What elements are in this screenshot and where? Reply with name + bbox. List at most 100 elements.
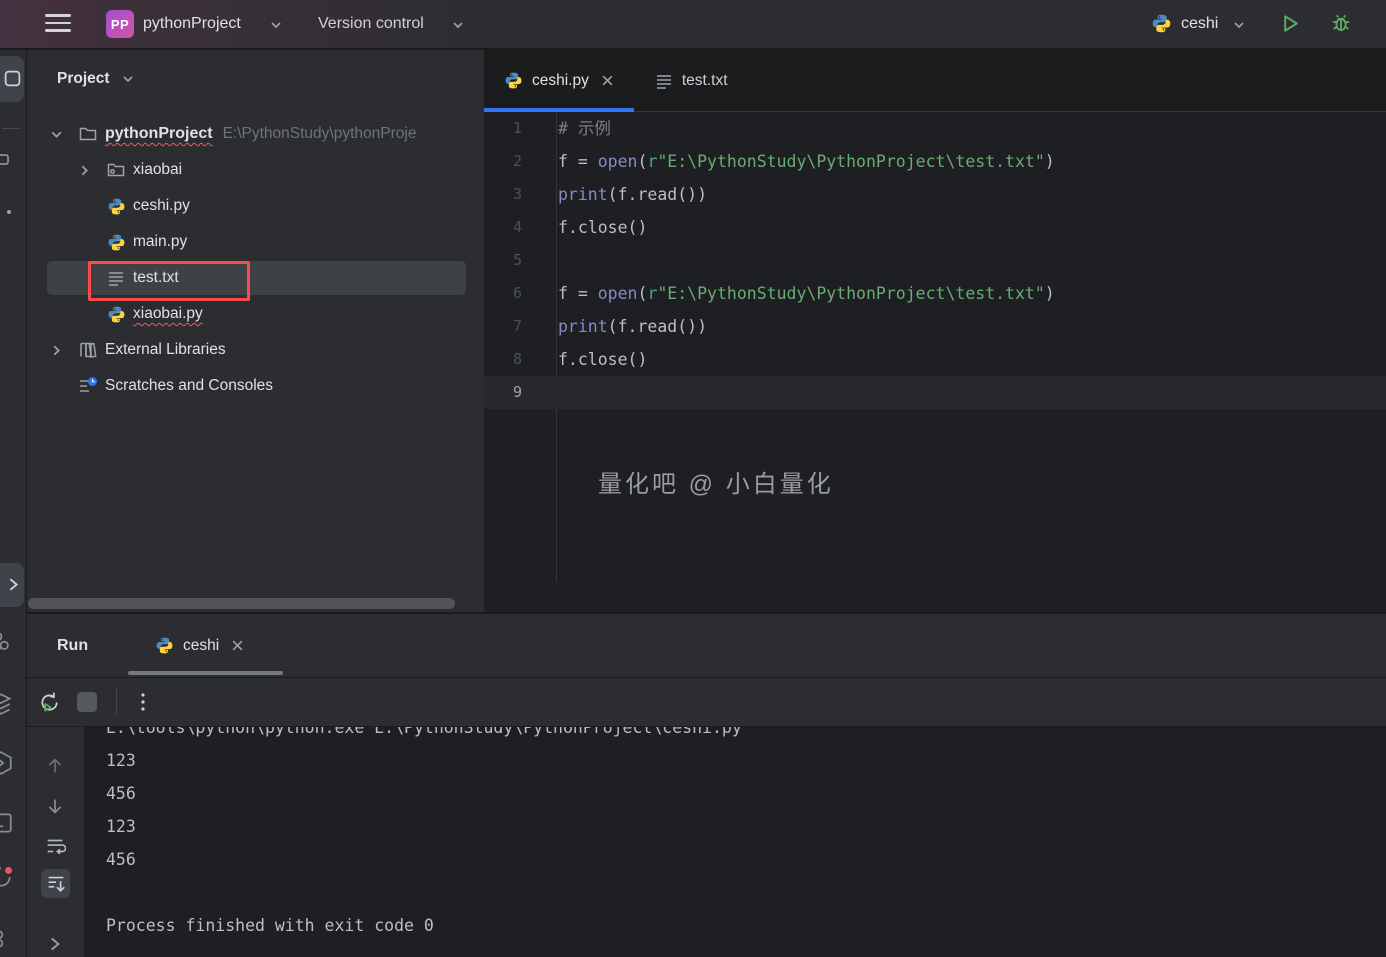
- chevron-right-icon[interactable]: [46, 935, 64, 953]
- up-stack-trace-icon[interactable]: [44, 755, 66, 777]
- text-file-icon: [655, 72, 673, 90]
- python-icon: [106, 304, 126, 324]
- chevron-right-icon[interactable]: [74, 160, 94, 180]
- down-stack-trace-icon[interactable]: [44, 795, 66, 817]
- tree-item-label: xiaobai: [133, 161, 182, 179]
- terminal-stripe-icon[interactable]: [0, 810, 14, 836]
- project-panel-title: Project: [57, 70, 110, 88]
- line-number[interactable]: 3: [484, 178, 556, 211]
- horizontal-scrollbar[interactable]: [28, 598, 455, 609]
- editor-tab-ceshi-py[interactable]: ceshi.py: [484, 50, 635, 111]
- line-number[interactable]: 1: [484, 112, 556, 145]
- more-options-button[interactable]: [131, 690, 155, 714]
- line-number[interactable]: 2: [484, 145, 556, 178]
- line-number[interactable]: 9: [484, 376, 556, 409]
- code-text: print(f.read()): [558, 178, 707, 211]
- project-tree: pythonProject E:\PythonStudy\pythonProje x…: [27, 116, 484, 404]
- chevron-spacer: [74, 196, 94, 216]
- run-toolbar: [27, 678, 1386, 727]
- chevron-down-icon: [1231, 17, 1247, 33]
- chevron-spacer: [74, 268, 94, 288]
- console-line: [106, 876, 1386, 909]
- tree-item-xiaobai[interactable]: xiaobai: [27, 152, 484, 188]
- run-tab-label: ceshi: [183, 637, 219, 655]
- project-badge[interactable]: PP: [106, 10, 134, 38]
- line-number[interactable]: 4: [484, 211, 556, 244]
- stripe-divider: [2, 128, 20, 129]
- project-name-widget[interactable]: pythonProject: [143, 0, 241, 48]
- run-panel-title: Run: [57, 614, 88, 677]
- todo-stripe-icon[interactable]: [0, 926, 14, 952]
- run-tool-window: Run ceshi: [27, 612, 1386, 957]
- code-line: 3print(f.read()): [484, 178, 1386, 211]
- console-output[interactable]: E:\tools\python\python.exe E:\PythonStud…: [85, 727, 1386, 957]
- tree-item-label: Scratches and Consoles: [105, 377, 273, 395]
- scroll-to-end-icon[interactable]: [45, 873, 67, 895]
- console-line: 456: [106, 843, 1386, 876]
- chevron-down-icon[interactable]: [46, 124, 66, 144]
- console-line: 123: [106, 744, 1386, 777]
- tab-label: test.txt: [682, 72, 728, 90]
- git-stripe-icon[interactable]: [0, 628, 14, 654]
- commit-stripe-icon[interactable]: [0, 152, 11, 168]
- services-stripe-icon[interactable]: [0, 690, 14, 716]
- line-number[interactable]: 6: [484, 277, 556, 310]
- run-config-selector[interactable]: ceshi: [1181, 0, 1218, 48]
- python-icon: [106, 232, 126, 252]
- main-menu-icon[interactable]: [45, 14, 71, 34]
- chevron-down-icon: [268, 17, 284, 33]
- project-panel-header[interactable]: Project: [57, 70, 136, 88]
- tree-item-external-libraries[interactable]: External Libraries: [27, 332, 484, 368]
- line-number[interactable]: 7: [484, 310, 556, 343]
- close-icon[interactable]: [601, 74, 614, 87]
- rerun-button[interactable]: [38, 691, 61, 714]
- line-number[interactable]: 5: [484, 244, 556, 277]
- chevron-right-icon[interactable]: [46, 340, 66, 360]
- tree-item-label: xiaobai.py: [133, 305, 203, 323]
- line-number[interactable]: 8: [484, 343, 556, 376]
- tree-item-pythonproject[interactable]: pythonProject E:\PythonStudy\pythonProje: [27, 116, 484, 152]
- code-editor[interactable]: 1# 示例2f = open(r"E:\PythonStudy\PythonPr…: [484, 112, 1386, 582]
- soft-wrap-icon[interactable]: [44, 835, 66, 857]
- tree-item-label: pythonProject: [105, 125, 213, 143]
- python-packages-stripe-icon[interactable]: [0, 750, 14, 776]
- version-control-widget[interactable]: Version control: [318, 0, 424, 48]
- tree-item-scratches-and-consoles[interactable]: Scratches and Consoles: [27, 368, 484, 404]
- run-tab-ceshi[interactable]: ceshi: [155, 614, 244, 677]
- run-button[interactable]: [1279, 12, 1302, 35]
- close-icon[interactable]: [231, 639, 244, 652]
- structure-stripe-icon[interactable]: [7, 210, 11, 214]
- code-text: [558, 244, 568, 277]
- scratches-icon: [78, 376, 98, 396]
- code-line: 1# 示例: [484, 112, 1386, 145]
- tree-item-path: E:\PythonStudy\pythonProje: [223, 125, 417, 143]
- main-toolbar: PP pythonProject Version control ceshi: [0, 0, 1386, 50]
- tree-item-ceshi-py[interactable]: ceshi.py: [27, 188, 484, 224]
- python-icon: [504, 71, 523, 90]
- code-line: 7print(f.read()): [484, 310, 1386, 343]
- folder-icon: [78, 124, 98, 144]
- debug-button[interactable]: [1329, 11, 1353, 35]
- code-line: 4f.close(): [484, 211, 1386, 244]
- python-icon: [1151, 13, 1172, 34]
- tree-item-label: External Libraries: [105, 341, 226, 359]
- chevron-spacer: [46, 376, 66, 396]
- tree-item-test-txt[interactable]: test.txt: [27, 260, 484, 296]
- code-line: 8f.close(): [484, 343, 1386, 376]
- tree-item-xiaobai-py[interactable]: xiaobai.py: [27, 296, 484, 332]
- code-line: 6f = open(r"E:\PythonStudy\PythonProject…: [484, 277, 1386, 310]
- text-file-icon: [106, 268, 126, 288]
- console-line: 456: [106, 777, 1386, 810]
- problems-stripe-icon[interactable]: [0, 864, 14, 890]
- stop-button[interactable]: [77, 692, 97, 712]
- tree-item-label: test.txt: [133, 269, 179, 287]
- console-line: Process finished with exit code 0: [106, 909, 1386, 942]
- tab-label: ceshi.py: [532, 72, 589, 90]
- project-stripe-button[interactable]: [0, 56, 24, 102]
- chevron-down-icon: [450, 17, 466, 33]
- console-toolbar: [27, 727, 85, 957]
- expand-stripe-button[interactable]: [0, 563, 24, 607]
- tree-item-main-py[interactable]: main.py: [27, 224, 484, 260]
- editor-tab-test-txt[interactable]: test.txt: [635, 50, 749, 111]
- chevron-spacer: [74, 232, 94, 252]
